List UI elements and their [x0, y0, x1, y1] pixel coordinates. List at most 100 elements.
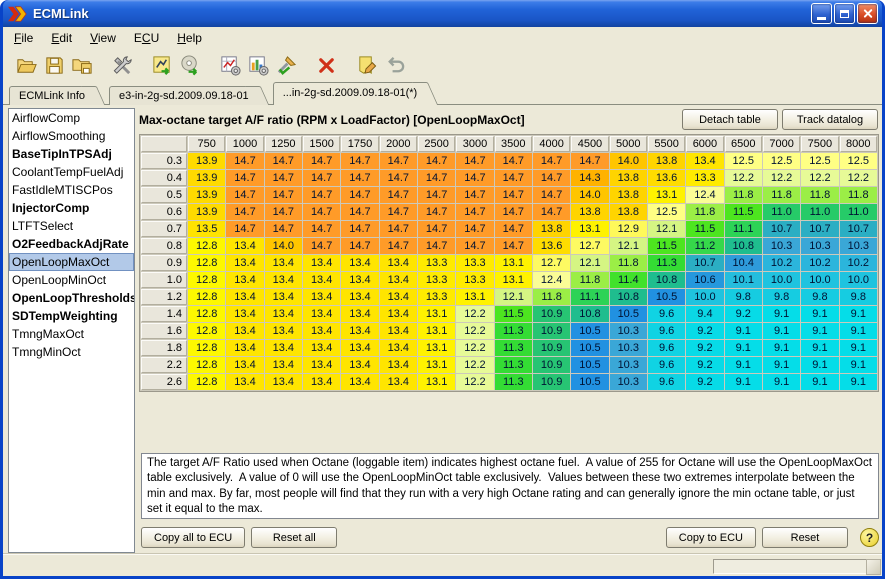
table-cell[interactable]: 13.6: [648, 170, 685, 186]
table-cell[interactable]: 14.7: [533, 153, 570, 169]
edit-notes-icon[interactable]: [352, 52, 380, 79]
table-cell[interactable]: 10.9: [533, 357, 570, 373]
table-cell[interactable]: 13.1: [495, 255, 532, 271]
table-cell[interactable]: 13.4: [226, 272, 263, 288]
table-cell[interactable]: 14.7: [265, 170, 302, 186]
tab-0[interactable]: ECMLink Info: [9, 86, 93, 105]
table-cell[interactable]: 14.7: [418, 204, 455, 220]
table-cell[interactable]: 11.8: [725, 187, 762, 203]
table-cell[interactable]: 9.1: [763, 374, 800, 390]
table-cell[interactable]: 12.5: [763, 153, 800, 169]
table-cell[interactable]: 14.7: [571, 153, 608, 169]
table-cell[interactable]: 13.4: [226, 238, 263, 254]
table-cell[interactable]: 11.3: [648, 255, 685, 271]
table-cell[interactable]: 13.9: [188, 170, 225, 186]
table-cell[interactable]: 12.8: [188, 255, 225, 271]
table-cell[interactable]: 13.4: [265, 289, 302, 305]
table-cell[interactable]: 9.8: [840, 289, 877, 305]
table-cell[interactable]: 13.6: [533, 238, 570, 254]
table-cell[interactable]: 11.3: [495, 357, 532, 373]
table-cell[interactable]: 13.4: [341, 255, 378, 271]
table-cell[interactable]: 12.2: [456, 374, 493, 390]
table-cell[interactable]: 9.8: [725, 289, 762, 305]
table-cell[interactable]: 12.5: [648, 204, 685, 220]
table-cell[interactable]: 14.7: [380, 153, 417, 169]
table-cell[interactable]: 10.5: [571, 340, 608, 356]
detach-table-button[interactable]: Detach table: [682, 109, 778, 130]
table-cell[interactable]: 13.9: [188, 204, 225, 220]
table-cell[interactable]: 10.3: [840, 238, 877, 254]
table-cell[interactable]: 14.7: [303, 238, 340, 254]
table-cell[interactable]: 10.9: [533, 306, 570, 322]
table-cell[interactable]: 14.7: [456, 204, 493, 220]
table-cell[interactable]: 14.7: [341, 238, 378, 254]
table-cell[interactable]: 9.1: [801, 306, 838, 322]
table-cell[interactable]: 13.9: [188, 187, 225, 203]
table-cell[interactable]: 10.5: [571, 323, 608, 339]
tab-2[interactable]: ...in-2g-sd.2009.09.18-01(*): [273, 82, 426, 105]
table-cell[interactable]: 13.4: [226, 374, 263, 390]
table-cell[interactable]: 14.3: [571, 170, 608, 186]
table-cell[interactable]: 13.4: [226, 255, 263, 271]
table-cell[interactable]: 10.3: [610, 357, 647, 373]
table-cell[interactable]: 14.7: [265, 221, 302, 237]
table-cell[interactable]: 12.8: [188, 306, 225, 322]
table-cell[interactable]: 11.3: [495, 323, 532, 339]
table-cell[interactable]: 12.4: [533, 272, 570, 288]
table-cell[interactable]: 12.2: [763, 170, 800, 186]
sidebar-item-o2feedbackadjrate[interactable]: O2FeedbackAdjRate: [9, 235, 134, 253]
table-cell[interactable]: 9.8: [801, 289, 838, 305]
table-cell[interactable]: 11.8: [610, 255, 647, 271]
sidebar-item-sdtempweighting[interactable]: SDTempWeighting: [9, 307, 134, 325]
table-cell[interactable]: 13.3: [456, 272, 493, 288]
sidebar-item-injectorcomp[interactable]: InjectorComp: [9, 199, 134, 217]
table-cell[interactable]: 12.8: [188, 289, 225, 305]
table-cell[interactable]: 14.7: [265, 153, 302, 169]
table-cell[interactable]: 11.4: [610, 272, 647, 288]
table-cell[interactable]: 9.1: [840, 306, 877, 322]
table-cell[interactable]: 13.4: [380, 357, 417, 373]
table-cell[interactable]: 9.6: [648, 357, 685, 373]
table-settings-icon[interactable]: [216, 52, 244, 79]
table-cell[interactable]: 11.0: [763, 204, 800, 220]
table-cell[interactable]: 14.7: [495, 238, 532, 254]
table-cell[interactable]: 13.4: [303, 289, 340, 305]
table-cell[interactable]: 13.4: [303, 306, 340, 322]
table-cell[interactable]: 11.2: [686, 238, 723, 254]
table-cell[interactable]: 14.7: [303, 221, 340, 237]
sidebar-item-airflowcomp[interactable]: AirflowComp: [9, 109, 134, 127]
table-cell[interactable]: 12.1: [610, 238, 647, 254]
sidebar-item-tmngmaxoct[interactable]: TmngMaxOct: [9, 325, 134, 343]
table-cell[interactable]: 14.7: [418, 187, 455, 203]
table-cell[interactable]: 11.8: [801, 187, 838, 203]
table-cell[interactable]: 13.4: [226, 323, 263, 339]
table-cell[interactable]: 9.1: [840, 340, 877, 356]
table-cell[interactable]: 13.4: [380, 323, 417, 339]
table-cell[interactable]: 10.8: [648, 272, 685, 288]
table-cell[interactable]: 12.2: [456, 357, 493, 373]
tune-check-icon[interactable]: [272, 52, 300, 79]
table-cell[interactable]: 14.7: [495, 204, 532, 220]
table-cell[interactable]: 10.8: [610, 289, 647, 305]
sidebar-item-airflowsmoothing[interactable]: AirflowSmoothing: [9, 127, 134, 145]
table-cell[interactable]: 10.7: [840, 221, 877, 237]
table-cell[interactable]: 14.7: [226, 170, 263, 186]
table-cell[interactable]: 10.0: [840, 272, 877, 288]
table-cell[interactable]: 14.7: [380, 170, 417, 186]
table-cell[interactable]: 11.1: [571, 289, 608, 305]
table-cell[interactable]: 14.7: [341, 187, 378, 203]
sidebar-item-openloopminoct[interactable]: OpenLoopMinOct: [9, 271, 134, 289]
tools-icon[interactable]: [108, 52, 136, 79]
table-cell[interactable]: 9.8: [763, 289, 800, 305]
table-cell[interactable]: 13.4: [341, 306, 378, 322]
table-cell[interactable]: 11.1: [725, 221, 762, 237]
sidebar-item-tmngminoct[interactable]: TmngMinOct: [9, 343, 134, 361]
table-cell[interactable]: 10.8: [725, 238, 762, 254]
table-cell[interactable]: 13.3: [418, 272, 455, 288]
maximize-button[interactable]: [834, 3, 855, 24]
save-file-icon[interactable]: [40, 52, 68, 79]
table-cell[interactable]: 14.7: [418, 170, 455, 186]
table-cell[interactable]: 13.4: [303, 323, 340, 339]
table-cell[interactable]: 10.9: [533, 323, 570, 339]
table-cell[interactable]: 11.0: [840, 204, 877, 220]
